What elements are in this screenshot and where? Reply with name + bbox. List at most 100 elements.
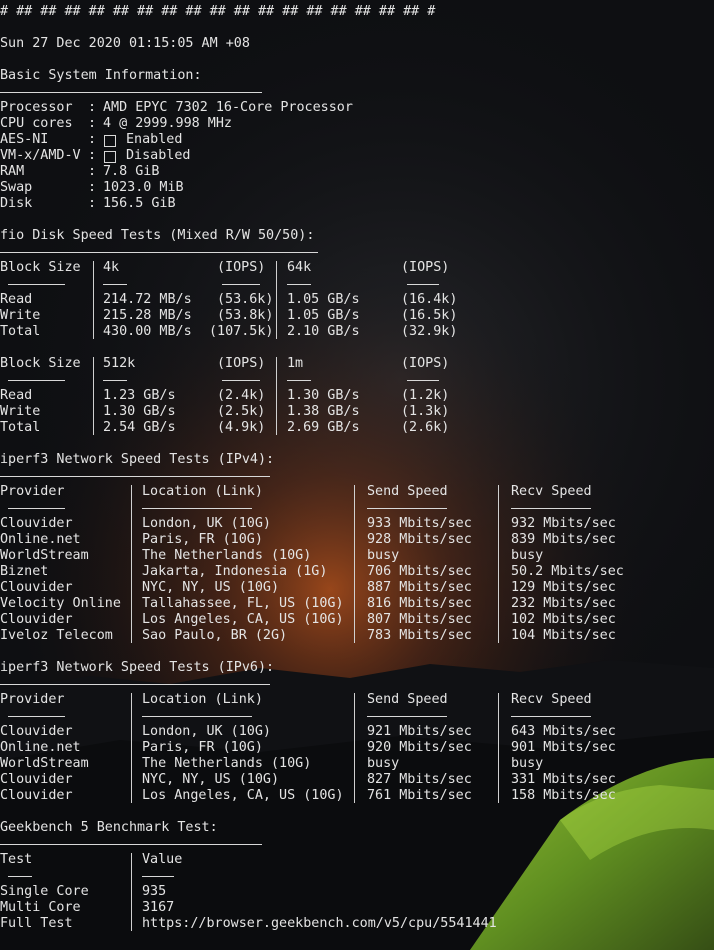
header-underline [222,284,260,285]
fio-cell: (107.5k) [209,324,274,339]
fio-column-header: Block Size [0,356,81,371]
fio-cell: 1.30 GB/s [287,388,360,403]
header-underline [103,380,127,381]
iperf-cell: Clouvider [0,612,73,627]
column-separator [276,261,277,339]
sysinfo-label: CPU cores [0,116,73,131]
iperf-cell: Velocity Online [0,596,121,611]
fio-cell: (53.6k) [217,292,274,307]
colon: : [88,164,97,179]
iperf-cell: The Netherlands (10G) [142,756,312,771]
column-separator [276,357,277,435]
iperf-cell: WorldStream [0,548,89,563]
fio-cell: (53.8k) [217,308,274,323]
fio-cell: Read [0,388,33,403]
column-separator [131,693,132,803]
iperf-column-header: Location (Link) [142,692,263,707]
iperf-cell: busy [511,756,544,771]
iperf-cell: 839 Mbits/sec [511,532,616,547]
geekbench-score: 935 [142,884,167,899]
iperf-column-header: Provider [0,692,65,707]
iperf-cell: Online.net [0,740,81,755]
iperf_ipv6-title: iperf3 Network Speed Tests (IPv6): [0,660,275,675]
header-underline [8,876,32,877]
hash-banner: # ## ## ## ## ## ## ## ## ## ## ## ## ##… [0,4,436,19]
header-underline [8,508,65,509]
sysinfo-label: Processor [0,100,73,115]
fio-column-header: (IOPS) [217,356,266,371]
iperf_ipv4-divider [0,476,270,477]
iperf-cell: Clouvider [0,788,73,803]
datetime-text: Sun 27 Dec 2020 01:15:05 AM +08 [0,36,250,51]
header-underline [511,716,591,717]
fio-cell: Read [0,292,33,307]
iperf-cell: 901 Mbits/sec [511,740,616,755]
iperf_ipv6-divider [0,684,270,685]
column-separator [498,485,499,643]
sysinfo-value: AMD EPYC 7302 16-Core Processor [103,100,353,115]
sysinfo-value: Enabled [126,132,183,147]
iperf-cell: 932 Mbits/sec [511,516,616,531]
fio-cell: (32.9k) [401,324,458,339]
fio-cell: Write [0,404,41,419]
iperf-cell: 933 Mbits/sec [367,516,472,531]
fio-column-header: Block Size [0,260,81,275]
iperf-column-header: Location (Link) [142,484,263,499]
iperf-cell: 102 Mbits/sec [511,612,616,627]
fio-cell: (16.5k) [401,308,458,323]
terminal-window[interactable]: # ## ## ## ## ## ## ## ## ## ## ## ## ##… [0,0,714,950]
colon: : [88,196,97,211]
fio-column-header: 64k [287,260,312,275]
iperf-column-header: Recv Speed [511,692,592,707]
iperf-cell: Jakarta, Indonesia (1G) [142,564,328,579]
header-underline [407,284,439,285]
column-separator [93,357,94,435]
sysinfo-title: Basic System Information: [0,68,202,83]
header-underline [142,508,252,509]
iperf-cell: 232 Mbits/sec [511,596,616,611]
header-underline [8,716,65,717]
header-underline [407,380,439,381]
fio-column-header: 1m [287,356,304,371]
sysinfo-value: 7.8 GiB [103,164,160,179]
sysinfo-value: 156.5 GiB [103,196,176,211]
colon: : [88,116,97,131]
fio-cell: 2.10 GB/s [287,324,360,339]
fio-cell: 2.54 GB/s [103,420,176,435]
column-separator [93,261,94,339]
sysinfo-label: Swap [0,180,33,195]
iperf-cell: 331 Mbits/sec [511,772,616,787]
header-underline [142,716,252,717]
iperf-cell: 783 Mbits/sec [367,628,472,643]
iperf-cell: busy [511,548,544,563]
fio-cell: (2.6k) [401,420,450,435]
geekbench-link[interactable]: https://browser.geekbench.com/v5/cpu/554… [142,916,497,932]
iperf-cell: 928 Mbits/sec [367,532,472,547]
iperf_ipv4-title: iperf3 Network Speed Tests (IPv4): [0,452,275,467]
iperf-cell: Clouvider [0,580,73,595]
geekbench-divider [0,844,262,845]
iperf-cell: busy [367,548,400,563]
iperf-cell: Clouvider [0,724,73,739]
iperf-cell: Clouvider [0,516,73,531]
geekbench-title: Geekbench 5 Benchmark Test: [0,820,218,835]
iperf-cell: Paris, FR (10G) [142,532,263,547]
iperf-cell: 129 Mbits/sec [511,580,616,595]
colon: : [88,180,97,195]
header-underline [367,508,447,509]
iperf-cell: Tallahassee, FL, US (10G) [142,596,344,611]
sysinfo-label: Disk [0,196,33,211]
fio-cell: Total [0,324,41,339]
sysinfo-label: VM-x/AMD-V [0,148,81,163]
iperf-cell: 50.2 Mbits/sec [511,564,624,579]
iperf-cell: 807 Mbits/sec [367,612,472,627]
iperf-cell: Biznet [0,564,49,579]
fio-column-header: (IOPS) [401,260,450,275]
sysinfo-label: RAM [0,164,25,179]
sysinfo-divider [0,92,262,93]
fio-cell: (1.3k) [401,404,450,419]
fio-title: fio Disk Speed Tests (Mixed R/W 50/50): [0,228,315,243]
column-separator [131,485,132,643]
iperf-cell: 158 Mbits/sec [511,788,616,803]
fio-cell: (4.9k) [217,420,266,435]
